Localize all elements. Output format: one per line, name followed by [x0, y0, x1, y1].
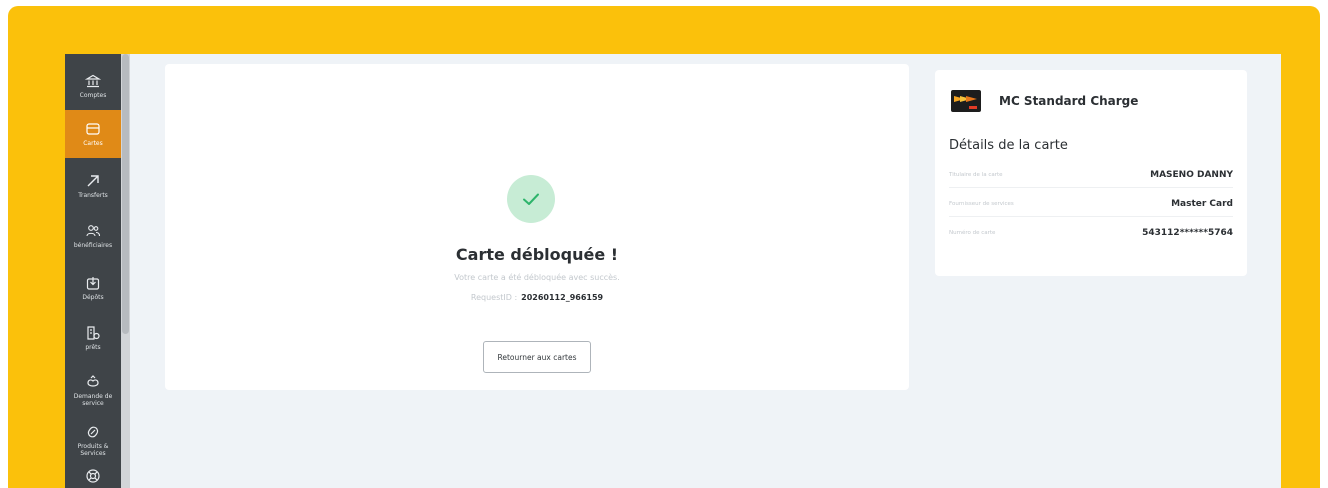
sidebar-item-label: Dépôts — [82, 294, 104, 301]
return-to-cards-button[interactable]: Retourner aux cartes — [483, 341, 591, 373]
sidebar-item-produits-services[interactable]: Produits & Services — [65, 418, 121, 462]
sidebar-item-demande-de-service[interactable]: Demande de service — [65, 366, 121, 414]
users-icon — [86, 225, 101, 237]
app-window: Comptes Cartes Transferts bénéficiaires … — [65, 54, 1281, 488]
sidebar-item-transferts[interactable]: Transferts — [65, 166, 121, 206]
success-message: Votre carte a été débloquée avec succès. — [454, 273, 620, 282]
yellow-frame: Comptes Cartes Transferts bénéficiaires … — [8, 6, 1320, 488]
details-title: Détails de la carte — [949, 138, 1068, 153]
help-icon — [86, 469, 100, 483]
detail-row-card-number: Numéro de carte 543112******5764 — [949, 220, 1233, 246]
request-id-label: RequestID : — [470, 293, 518, 302]
sidebar-item-cartes[interactable]: Cartes — [65, 110, 121, 158]
success-title: Carte débloquée ! — [455, 245, 619, 264]
detail-label: Numéro de carte — [949, 230, 996, 236]
sidebar-item-label: prêts — [85, 344, 101, 351]
arrow-up-right-icon — [87, 175, 99, 187]
detail-row-provider: Fournisseur de services Master Card — [949, 191, 1233, 217]
request-id-line: RequestID :20260112_966159 — [165, 293, 909, 302]
bank-icon — [85, 74, 101, 88]
detail-value: 543112******5764 — [1142, 228, 1233, 238]
sidebar-item-label: Produits & Services — [77, 442, 109, 457]
sidebar-item-depots[interactable]: Dépôts — [65, 268, 121, 308]
detail-label: Titulaire de la carte — [949, 171, 1003, 178]
sidebar-item-comptes[interactable]: Comptes — [65, 66, 121, 106]
card-details-panel: MC Standard Charge Détails de la carte T… — [935, 70, 1247, 276]
service-request-icon — [87, 374, 99, 387]
success-card: Carte débloquée ! Votre carte a été débl… — [165, 64, 909, 390]
detail-value: Master Card — [1171, 198, 1233, 209]
scrollbar-thumb[interactable] — [122, 54, 129, 334]
card-icon — [86, 123, 100, 135]
card-logo-icon — [951, 90, 981, 112]
sidebar-item-label: Transferts — [78, 192, 108, 199]
sidebar-item-help[interactable] — [65, 468, 121, 488]
detail-label: Fournisseur de services — [949, 200, 1014, 207]
sidebar-item-prets[interactable]: prêts — [65, 318, 121, 358]
sidebar: Comptes Cartes Transferts bénéficiaires … — [65, 54, 121, 488]
success-check-icon — [507, 175, 555, 223]
sidebar-item-beneficiaires[interactable]: bénéficiaires — [65, 216, 121, 256]
sidebar-item-label: Cartes — [83, 140, 103, 147]
sidebar-item-label: Demande de service — [73, 392, 113, 407]
detail-row-holder: Titulaire de la carte MASENO DANNY — [949, 162, 1233, 188]
products-icon — [87, 426, 99, 437]
sidebar-item-label: bénéficiaires — [73, 242, 113, 249]
loan-icon — [87, 326, 100, 340]
detail-value: MASENO DANNY — [1150, 169, 1233, 180]
card-name: MC Standard Charge — [999, 94, 1139, 108]
deposit-icon — [86, 277, 100, 290]
request-id-value: 20260112_966159 — [521, 293, 604, 302]
sidebar-item-label: Comptes — [79, 92, 107, 99]
sidebar-scrollbar[interactable] — [121, 54, 130, 488]
